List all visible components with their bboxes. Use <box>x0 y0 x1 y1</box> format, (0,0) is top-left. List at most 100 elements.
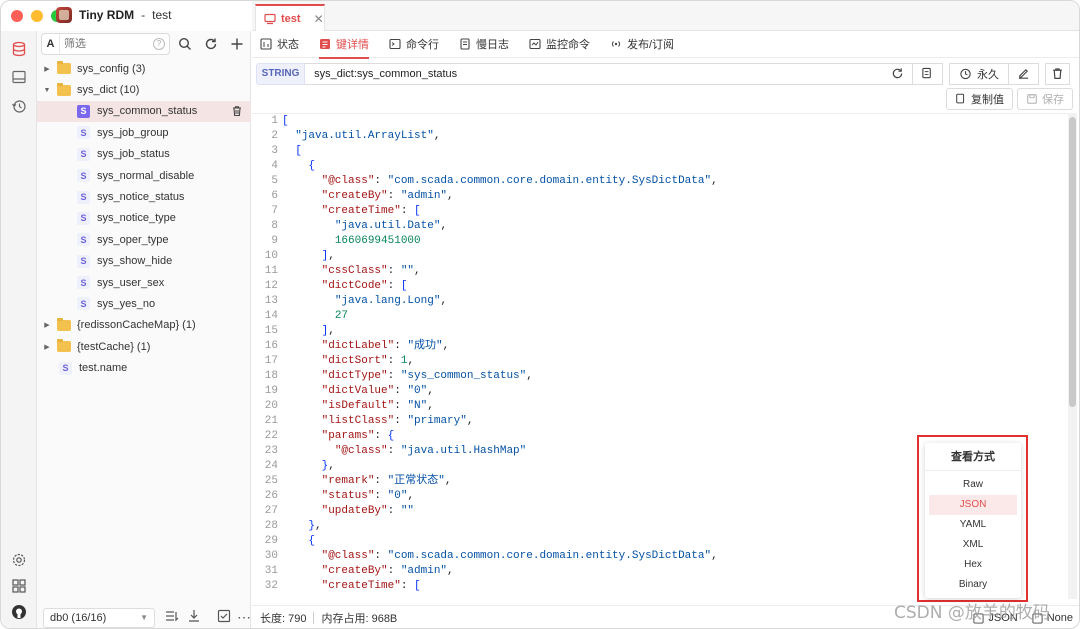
tree-key-label: sys_notice_status <box>97 191 185 204</box>
line-number: 12 <box>264 280 278 292</box>
tree-key[interactable]: Ssys_normal_disable <box>37 165 251 186</box>
tab-cli[interactable]: 命令行 <box>389 31 439 58</box>
key-tree: ▶ sys_config (3) ▼ sys_dict (10) S sys_c… <box>37 58 251 379</box>
tree-key[interactable]: Ssys_notice_type <box>37 208 251 229</box>
code-line: "dictValue": "0", <box>321 385 434 397</box>
database-select[interactable]: db0 (16/16) ▼ <box>43 607 155 628</box>
line-number: 10 <box>264 250 278 262</box>
refresh-icon[interactable] <box>200 33 222 55</box>
monitor-icon[interactable] <box>9 67 29 87</box>
save-icon <box>1027 94 1037 104</box>
tree-key[interactable]: Stest.name <box>37 357 251 378</box>
menu-option-json[interactable]: JSON <box>929 495 1017 515</box>
tab-label: test <box>281 12 301 25</box>
menu-title: 查看方式 <box>925 443 1021 471</box>
delete-key-icon[interactable] <box>231 105 243 120</box>
tree-key[interactable]: Ssys_oper_type <box>37 229 251 250</box>
tree-key[interactable]: Ssys_job_group <box>37 122 251 143</box>
settings-gear-icon[interactable] <box>9 550 29 570</box>
tab-slowlog[interactable]: 慢日志 <box>459 31 509 58</box>
code-line: 1660699451000 <box>334 235 421 247</box>
key-name: sys_dict:sys_common_status <box>314 67 458 80</box>
caret-right-icon[interactable]: ▶ <box>43 321 51 329</box>
rename-button[interactable] <box>1009 62 1040 85</box>
copy-key-button[interactable] <box>912 62 943 85</box>
line-number: 14 <box>264 310 278 322</box>
tree-folder[interactable]: ▶ {redissonCacheMap} (1) <box>37 315 251 336</box>
caret-down-icon[interactable]: ▼ <box>43 87 51 94</box>
tab-test[interactable]: test ✕ <box>255 4 325 31</box>
copy-value-button[interactable]: 复制值 <box>946 88 1013 110</box>
tab-monitor[interactable]: 监控命令 <box>529 31 590 58</box>
editor-scrollbar[interactable] <box>1068 113 1077 599</box>
code-line: { <box>308 160 316 172</box>
tree-folder[interactable]: ▼ sys_dict (10) <box>37 79 251 100</box>
scrollbar-thumb[interactable] <box>1069 117 1076 407</box>
filter-input[interactable] <box>60 38 153 50</box>
import-icon[interactable] <box>187 609 201 626</box>
tree-folder[interactable]: ▶ sys_config (3) <box>37 58 251 79</box>
refresh-icon[interactable] <box>891 67 904 80</box>
tab-key-detail[interactable]: 键详情 <box>319 31 369 59</box>
line-number: 21 <box>264 415 278 427</box>
code-line: "createTime": [ <box>321 580 421 592</box>
github-icon[interactable] <box>9 602 29 622</box>
line-number: 19 <box>264 385 278 397</box>
ttl-button[interactable]: 永久 <box>948 62 1010 85</box>
tab-pubsub[interactable]: 发布/订阅 <box>610 31 674 58</box>
tree-key-label: sys_yes_no <box>97 297 156 310</box>
menu-option-raw[interactable]: Raw <box>929 475 1017 495</box>
string-type-icon: S <box>77 276 90 290</box>
database-icon[interactable] <box>9 39 29 59</box>
help-icon[interactable]: ? <box>153 38 165 50</box>
line-number: 4 <box>271 160 278 172</box>
search-icon[interactable] <box>174 33 196 55</box>
code-line: "dictType": "sys_common_status", <box>321 370 533 382</box>
tree-folder[interactable]: ▶ {testCache} (1) <box>37 336 251 357</box>
string-type-icon: S <box>77 126 90 140</box>
copy-icon <box>956 93 965 104</box>
checkbox-select-icon[interactable] <box>217 609 231 626</box>
line-number: 26 <box>264 490 278 502</box>
menu-option-hex[interactable]: Hex <box>929 555 1017 575</box>
tree-key[interactable]: Ssys_yes_no <box>37 293 251 314</box>
tab-status[interactable]: 状态 <box>260 31 299 58</box>
tree-key[interactable]: Ssys_show_hide <box>37 251 251 272</box>
value-actions: 复制值 保存 <box>946 88 1073 110</box>
add-key-icon[interactable] <box>226 33 248 55</box>
menu-option-binary[interactable]: Binary <box>929 575 1017 595</box>
tree-key[interactable]: Ssys_user_sex <box>37 272 251 293</box>
line-number: 1 <box>271 115 278 127</box>
code-line: "updateBy": "" <box>321 505 415 517</box>
delete-button[interactable] <box>1045 62 1070 85</box>
match-case-toggle[interactable]: A <box>42 34 60 54</box>
save-button[interactable]: 保存 <box>1017 88 1073 110</box>
menu-option-yaml[interactable]: YAML <box>929 515 1017 535</box>
caret-right-icon[interactable]: ▶ <box>43 343 51 351</box>
grid-apps-icon[interactable] <box>9 576 29 596</box>
key-detail-icon <box>320 39 330 49</box>
tree-folder-label: sys_config (3) <box>77 62 146 75</box>
line-number: 8 <box>271 220 278 232</box>
tree-key[interactable]: Ssys_job_status <box>37 144 251 165</box>
browser-footer: db0 (16/16) ▼ ⋯ <box>37 605 251 628</box>
key-name-field[interactable]: sys_dict:sys_common_status <box>305 62 913 85</box>
line-number: 16 <box>264 340 278 352</box>
close-window-button[interactable] <box>11 10 23 22</box>
line-number: 24 <box>264 460 278 472</box>
tab-close-icon[interactable]: ✕ <box>314 12 324 26</box>
minimize-window-button[interactable] <box>31 10 43 22</box>
filter-list-icon[interactable] <box>165 609 179 626</box>
caret-right-icon[interactable]: ▶ <box>43 65 51 73</box>
tree-key-selected[interactable]: S sys_common_status <box>37 100 251 123</box>
history-icon[interactable] <box>9 96 29 116</box>
menu-option-xml[interactable]: XML <box>929 535 1017 555</box>
code-content[interactable]: [ "java.util.ArrayList", [ { "@class": "… <box>282 114 718 594</box>
status-icon <box>260 38 272 50</box>
more-icon[interactable]: ⋯ <box>237 609 251 626</box>
line-number: 27 <box>264 505 278 517</box>
line-number: 32 <box>264 580 278 592</box>
tree-key[interactable]: Ssys_notice_status <box>37 186 251 207</box>
app-brand: Tiny RDM - test <box>56 7 171 23</box>
code-line: "createTime": [ <box>321 205 421 217</box>
